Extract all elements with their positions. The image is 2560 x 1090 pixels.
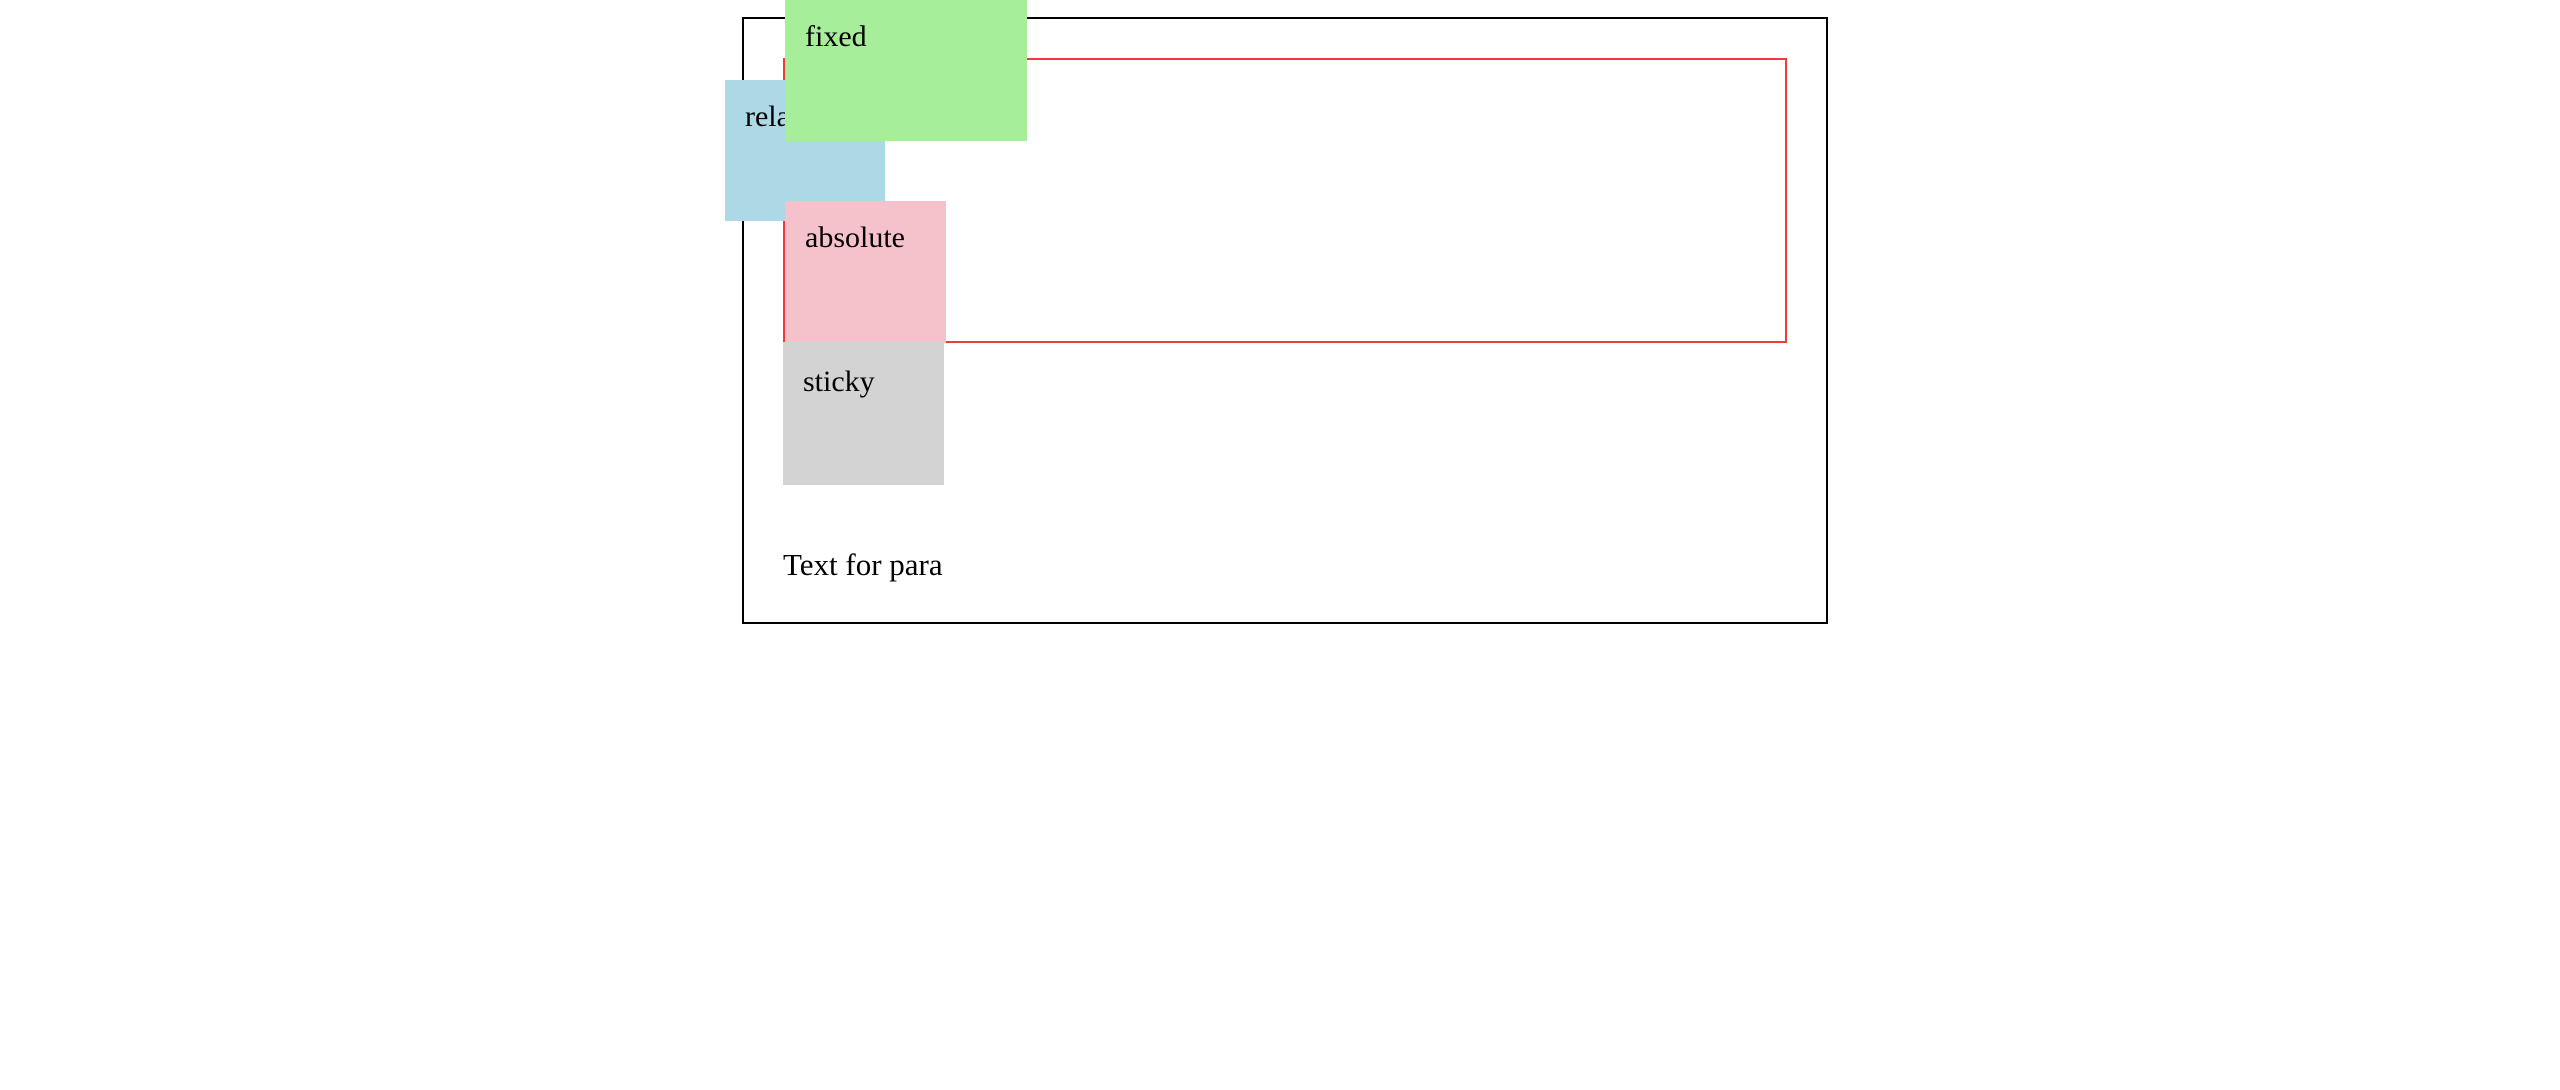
fixed-box: fixed [785,0,1027,141]
paragraph-text: Text for para [783,547,943,582]
absolute-box-label: absolute [805,221,905,254]
fixed-box-label: fixed [805,20,867,53]
sticky-box: sticky [783,342,944,485]
sticky-box-label: sticky [803,365,875,398]
absolute-box: absolute [785,201,946,343]
page: relative fixed absolute sticky Text for … [0,0,2560,1090]
